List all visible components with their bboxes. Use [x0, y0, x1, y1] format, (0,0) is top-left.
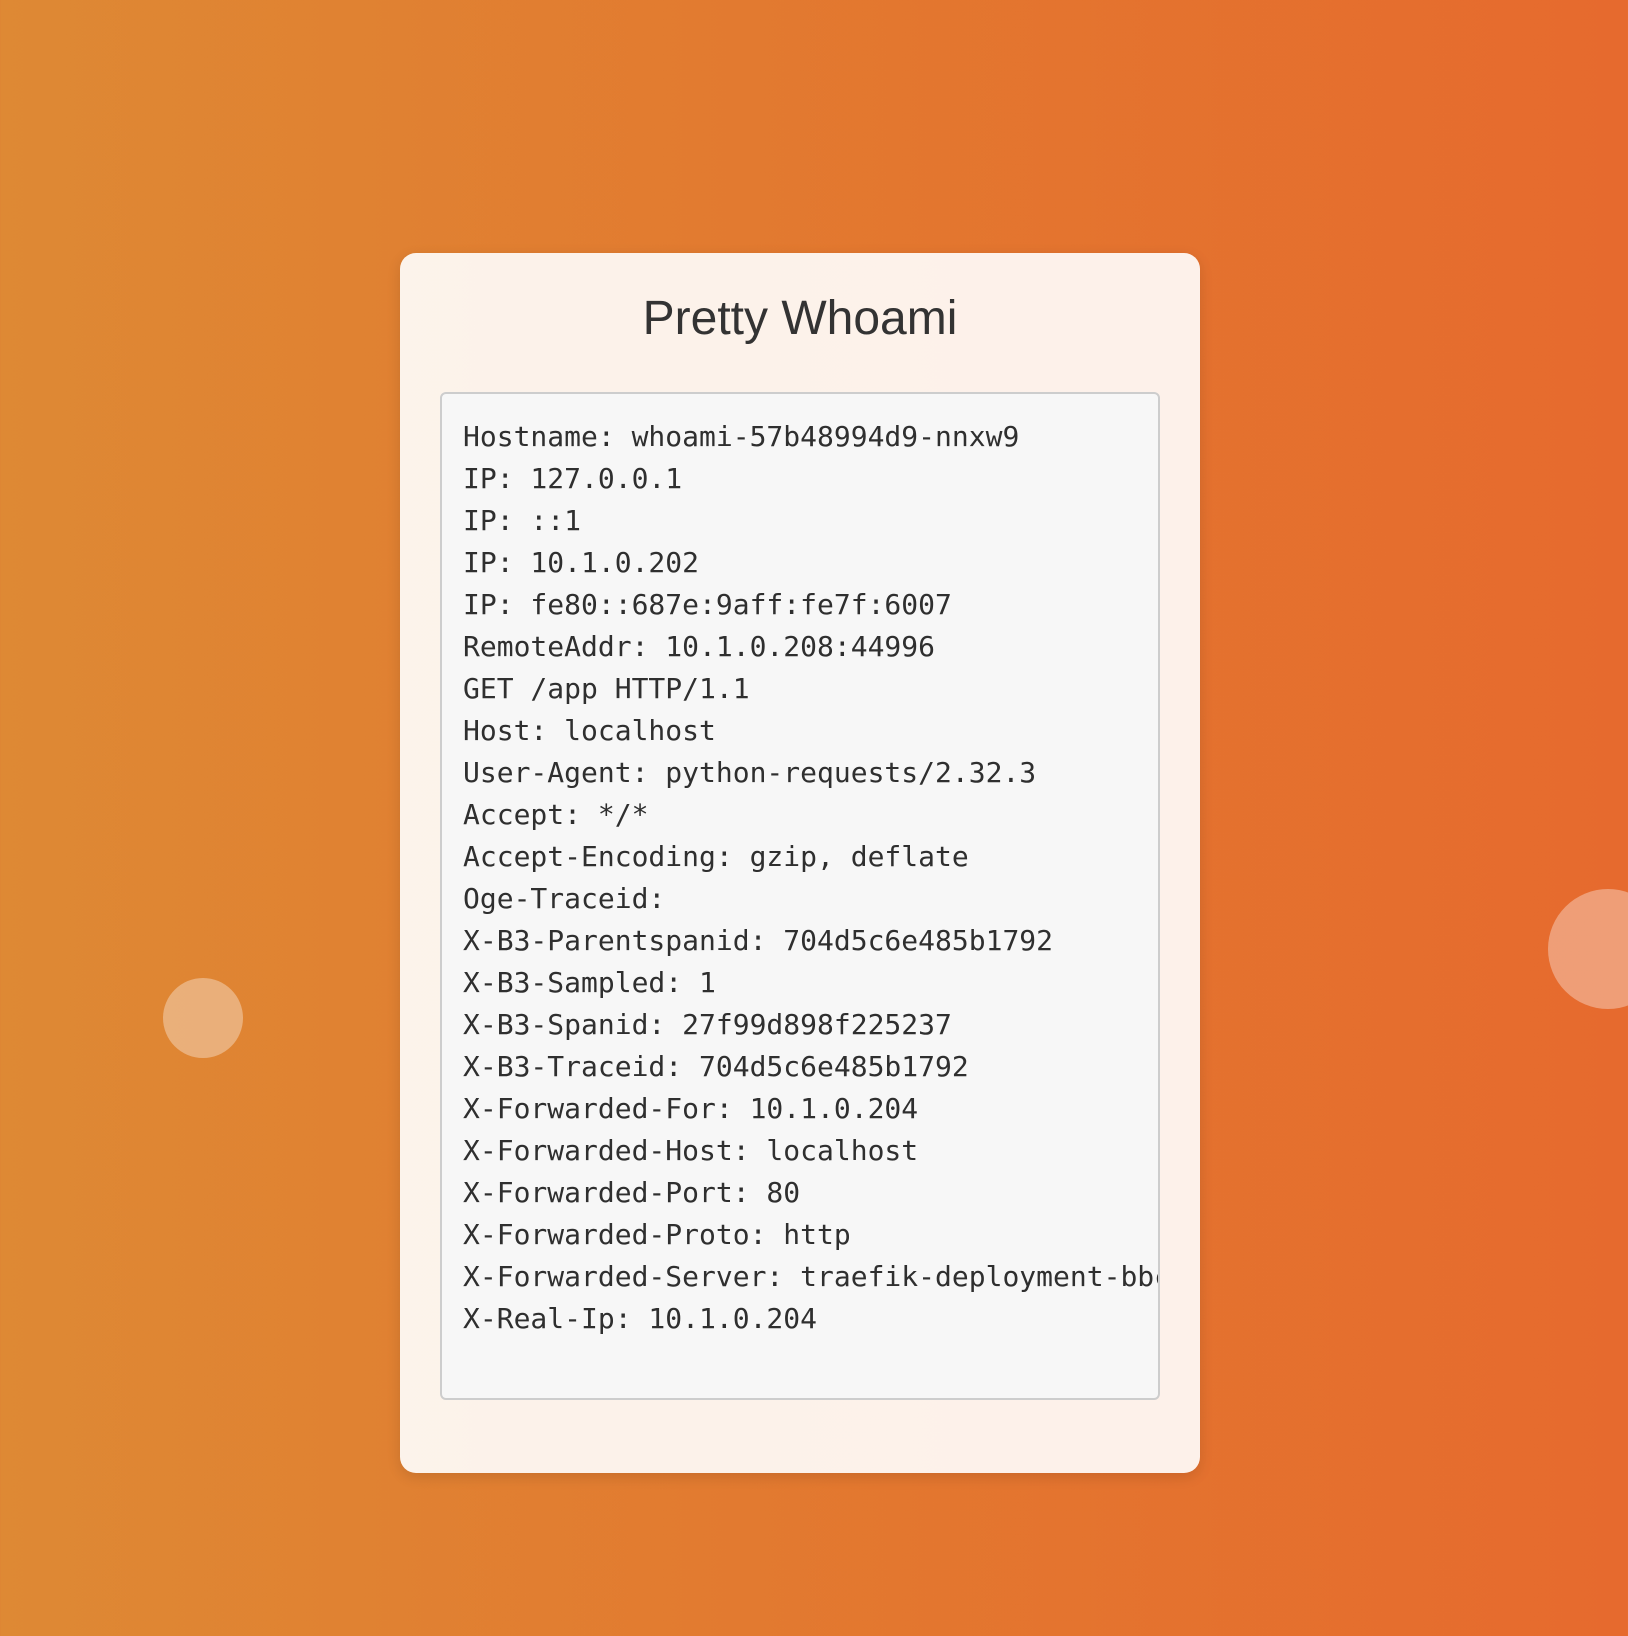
output-line-hostname: Hostname: whoami-57b48994d9-nnxw9 — [463, 420, 1020, 453]
output-line-header: Accept-Encoding: gzip, deflate — [463, 840, 969, 873]
output-line-ip: IP: fe80::687e:9aff:fe7f:6007 — [463, 588, 952, 621]
output-line-header: X-Forwarded-For: 10.1.0.204 — [463, 1092, 919, 1125]
output-line-header: User-Agent: python-requests/2.32.3 — [463, 756, 1037, 789]
output-line-header: Oge-Traceid: — [463, 882, 666, 915]
output-line-header: X-B3-Sampled: 1 — [463, 966, 716, 999]
decorative-bubble-right — [1548, 889, 1628, 1009]
output-line-header: X-Forwarded-Server: traefik-deployment-b… — [463, 1260, 1160, 1293]
page-title: Pretty Whoami — [642, 292, 958, 345]
output-line-header: Host: localhost — [463, 714, 716, 747]
whoami-output[interactable]: Hostname: whoami-57b48994d9-nnxw9 IP: 12… — [440, 392, 1160, 1400]
output-line-header: X-B3-Parentspanid: 704d5c6e485b1792 — [463, 924, 1054, 957]
output-line-header: X-B3-Traceid: 704d5c6e485b1792 — [463, 1050, 969, 1083]
output-line-header: X-B3-Spanid: 27f99d898f225237 — [463, 1008, 952, 1041]
output-line-ip: IP: ::1 — [463, 504, 582, 537]
output-line-ip: IP: 127.0.0.1 — [463, 462, 683, 495]
output-line-request: GET /app HTTP/1.1 — [463, 672, 750, 705]
output-line-header: Accept: */* — [463, 798, 649, 831]
whoami-card: Pretty Whoami Hostname: whoami-57b48994d… — [400, 253, 1200, 1473]
output-line-header: X-Forwarded-Host: localhost — [463, 1134, 919, 1167]
output-line-header: X-Forwarded-Proto: http — [463, 1218, 851, 1251]
decorative-bubble-left — [163, 978, 243, 1058]
output-line-header: X-Forwarded-Port: 80 — [463, 1176, 801, 1209]
output-line-remote-addr: RemoteAddr: 10.1.0.208:44996 — [463, 630, 936, 663]
output-line-ip: IP: 10.1.0.202 — [463, 546, 700, 579]
output-line-header: X-Real-Ip: 10.1.0.204 — [463, 1302, 818, 1335]
